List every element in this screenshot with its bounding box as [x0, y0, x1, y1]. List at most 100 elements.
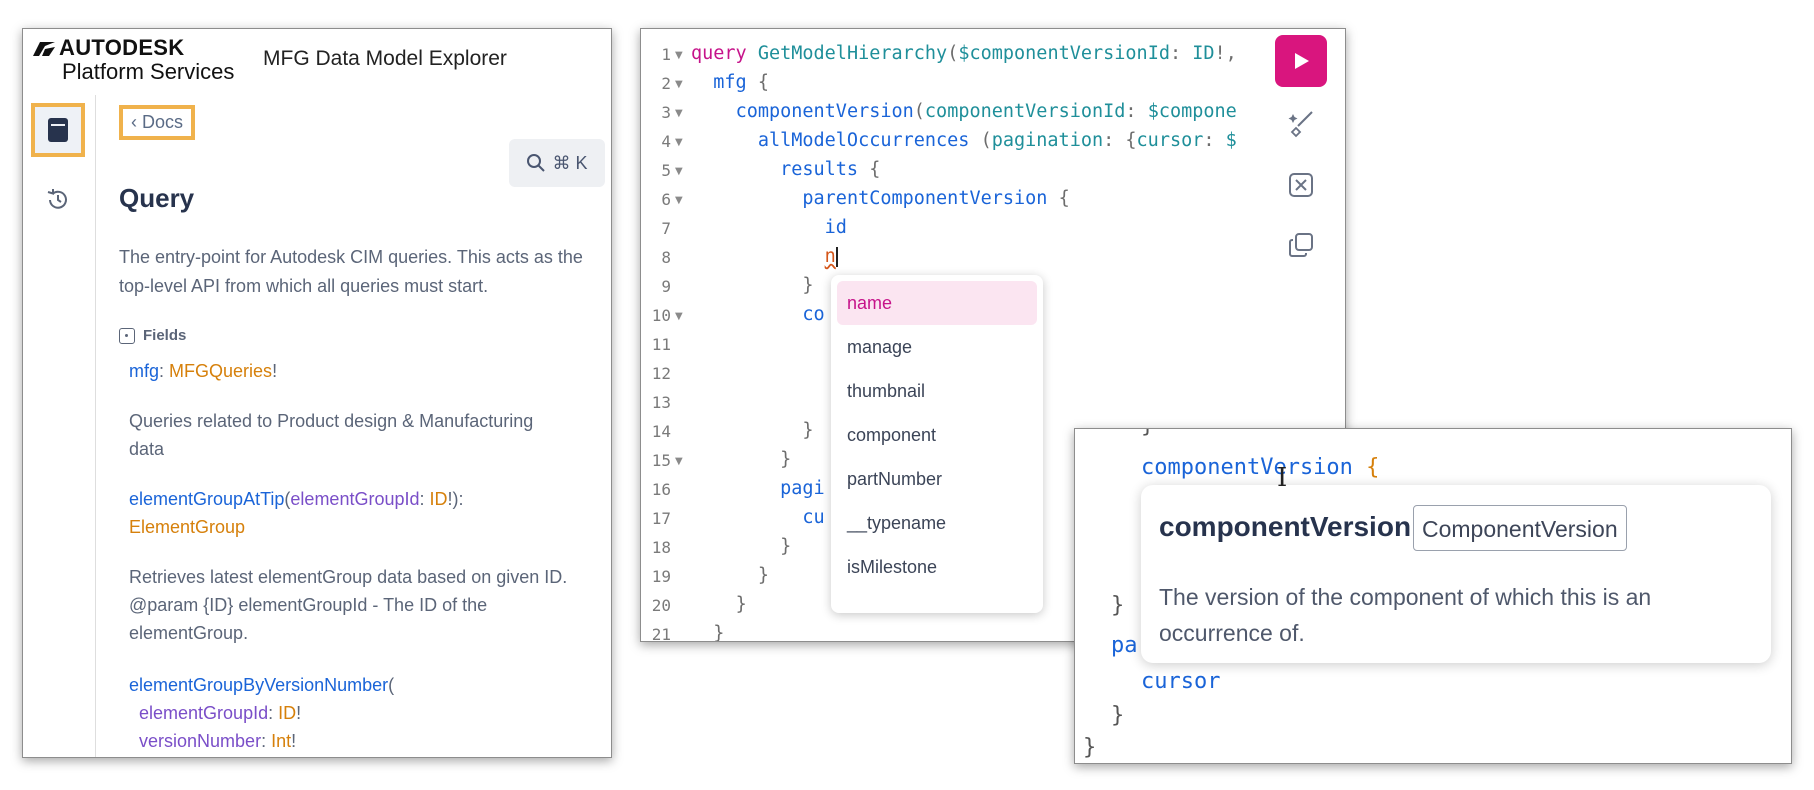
fields-header: Fields: [119, 327, 186, 344]
merge-fragments-button[interactable]: [1285, 169, 1317, 201]
tooltip-type-badge[interactable]: ComponentVersion: [1413, 505, 1627, 551]
code-token: {: [858, 159, 881, 180]
code-line: componentVersion {: [1141, 455, 1379, 480]
fold-arrow-icon[interactable]: ▼: [675, 195, 683, 206]
code-line: }: [691, 594, 747, 615]
field-paren-open: (: [388, 675, 395, 695]
merge-icon: [1289, 173, 1313, 197]
fields-header-label: Fields: [143, 327, 187, 344]
fold-arrow-icon[interactable]: ▼: [675, 108, 683, 119]
docs-back-label: Docs: [142, 112, 184, 132]
autocomplete-option[interactable]: partNumber: [837, 457, 1037, 501]
docs-toggle-button[interactable]: [31, 103, 85, 157]
code-token: componentVersionId: [924, 101, 1126, 122]
copy-query-button[interactable]: [1285, 229, 1317, 261]
field-mfg: mfg: MFGQueries!: [129, 357, 277, 385]
arg-name: elementGroupId: [139, 703, 269, 723]
fold-arrow-icon[interactable]: ▼: [675, 166, 683, 177]
code-token: GetModelHierarchy: [757, 43, 948, 64]
autocomplete-option[interactable]: thumbnail: [837, 369, 1037, 413]
line-number: 7: [661, 219, 671, 238]
play-icon: [1295, 53, 1309, 69]
field-name-link[interactable]: elementGroupAtTip: [129, 489, 284, 509]
field-type-link[interactable]: ElementGroup: [129, 517, 245, 537]
line-number: 17: [651, 509, 671, 528]
code-token: id: [824, 217, 847, 238]
code-token: pagination: [991, 130, 1104, 151]
arg-colon: :: [261, 731, 272, 751]
fold-arrow-icon[interactable]: ▼: [675, 311, 683, 322]
tooltip-field-name[interactable]: componentVersion: [1159, 511, 1411, 543]
line-number: 2: [661, 74, 671, 93]
field-name-link[interactable]: mfg: [129, 361, 159, 381]
chevron-left-icon: ‹: [131, 112, 137, 132]
fold-arrow-icon[interactable]: ▼: [675, 79, 683, 90]
docs-back-link[interactable]: ‹ Docs: [119, 105, 196, 140]
arg-type-link[interactable]: ID: [430, 489, 448, 509]
code-token: $componentVersionId: [958, 43, 1170, 64]
code-line: }: [691, 449, 791, 470]
arg-name: elementGroupId: [290, 489, 420, 509]
line-number: 12: [651, 364, 671, 383]
code-token: parentComponentVersion: [802, 188, 1048, 209]
search-shortcut: ⌘ K: [552, 152, 588, 173]
line-number: 11: [651, 335, 671, 354]
autodesk-logo-mark-icon: [33, 42, 55, 57]
history-icon: [47, 189, 67, 209]
autocomplete-option[interactable]: __typename: [837, 501, 1037, 545]
code-line: }: [691, 275, 814, 296]
field-bang: !: [272, 361, 278, 381]
code-token: $compone: [1147, 101, 1237, 122]
code-line: parentComponentVersion {: [691, 188, 1070, 209]
code-token: {: [1047, 188, 1070, 209]
code-token: co: [802, 304, 825, 325]
arg-type-link[interactable]: ID: [278, 703, 296, 723]
field-colon: :: [159, 361, 170, 381]
autodesk-logo: AUTODESK Platform Services: [33, 37, 234, 85]
search-icon: [527, 154, 546, 172]
docs-content: ‹ Docs ⌘ K Query The entry-point for Aut…: [119, 95, 609, 757]
fold-arrow-icon[interactable]: ▼: [675, 456, 683, 467]
copy-icon: [1289, 233, 1313, 257]
fold-arrow-icon[interactable]: ▼: [675, 137, 683, 148]
field-paren-close: ):: [452, 489, 464, 509]
autocomplete-option[interactable]: isMilestone: [837, 545, 1037, 589]
magic-wand-icon: [1288, 111, 1313, 138]
code-token[interactable]: componentVersion: [1141, 455, 1353, 480]
tooltip-description: The version of the component of which th…: [1159, 584, 1652, 646]
autocomplete-option-selected[interactable]: name: [837, 281, 1037, 325]
code-token: }: [1141, 429, 1154, 438]
code-line: cu: [691, 507, 824, 528]
line-number: 13: [651, 393, 671, 412]
field-info-tooltip: componentVersion ComponentVersion The ve…: [1141, 485, 1771, 663]
logo-line-1: AUTODESK: [59, 35, 185, 60]
autocomplete-option[interactable]: component: [837, 413, 1037, 457]
prettify-button[interactable]: [1285, 107, 1317, 139]
code-token: }: [735, 594, 747, 615]
code-token: }: [802, 275, 814, 296]
code-token: pa: [1111, 633, 1138, 658]
field-name-link[interactable]: elementGroupByVersionNumber: [129, 675, 388, 695]
autocomplete-option[interactable]: manage: [837, 325, 1037, 369]
code-token: }: [713, 623, 725, 642]
code-token: }: [757, 565, 769, 586]
line-number: 21: [651, 625, 671, 642]
code-token: ID: [1192, 43, 1215, 64]
fold-arrow-icon[interactable]: ▼: [675, 50, 683, 61]
line-number: 5: [661, 161, 671, 180]
code-token: }: [780, 536, 792, 557]
run-query-button[interactable]: [1275, 35, 1327, 87]
search-button[interactable]: ⌘ K: [509, 139, 605, 187]
code-token: }: [1083, 735, 1097, 760]
arg-type-link[interactable]: Int: [271, 731, 291, 751]
history-button[interactable]: [31, 173, 85, 227]
line-number: 9: [661, 277, 671, 296]
field-type-link[interactable]: MFGQueries: [169, 361, 272, 381]
code-token: :: [1125, 101, 1148, 122]
line-number: 15: [651, 451, 671, 470]
code-token: {: [746, 72, 769, 93]
code-token: (: [913, 101, 925, 122]
code-token: query: [691, 43, 747, 64]
autocomplete-dropdown: name manage thumbnail component partNumb…: [831, 275, 1043, 613]
code-token: cursor: [1141, 669, 1221, 694]
